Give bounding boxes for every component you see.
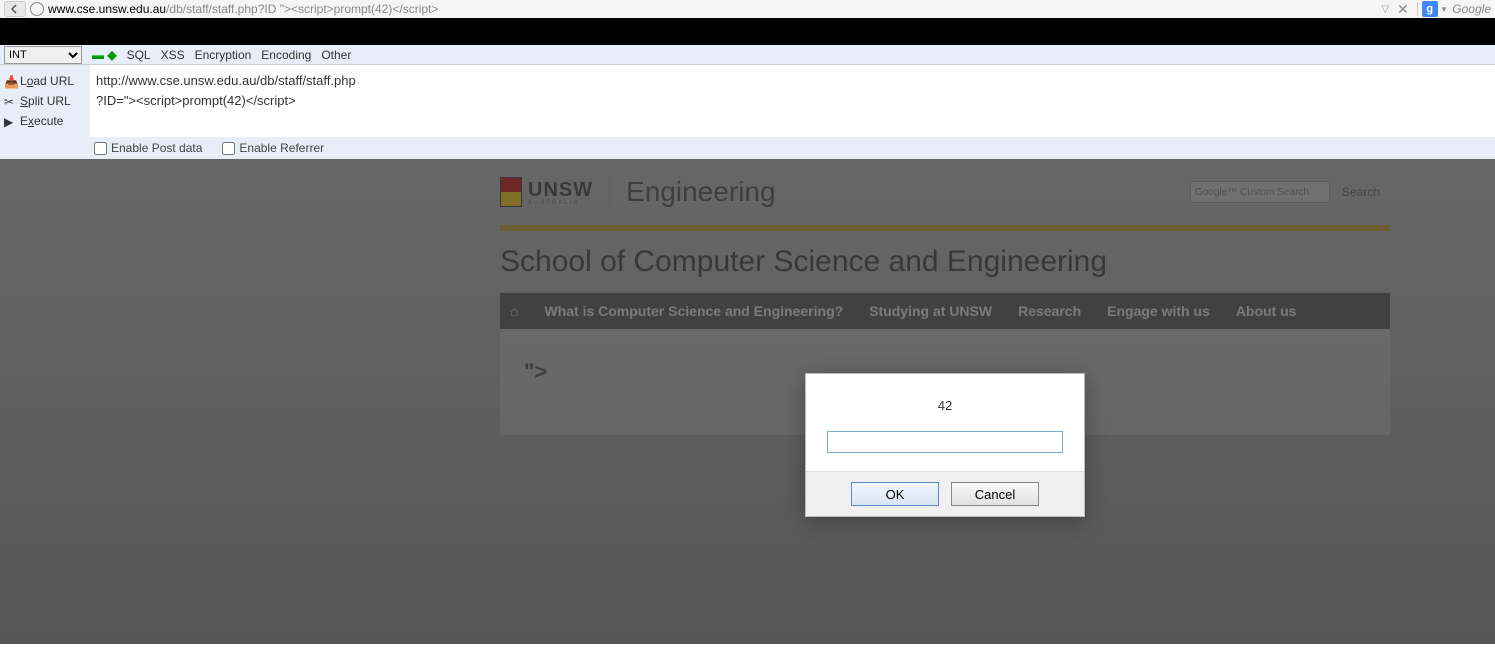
- enable-referrer-checkbox[interactable]: Enable Referrer: [222, 141, 324, 155]
- hackbar-panel: 📥 Load URL ✂ Split URL ▶ Execute http://…: [0, 65, 1495, 137]
- referrer-checkbox-input[interactable]: [222, 142, 235, 155]
- globe-icon: [30, 2, 44, 16]
- toolbar-separator-icon: ▬ ◆: [92, 48, 117, 62]
- enable-post-checkbox[interactable]: Enable Post data: [94, 141, 202, 155]
- load-icon: 📥: [4, 75, 16, 87]
- split-url-button[interactable]: ✂ Split URL: [4, 91, 86, 111]
- menu-encryption[interactable]: Encryption: [195, 48, 252, 62]
- execute-icon: ▶: [4, 115, 16, 127]
- browser-url-bar: www.cse.unsw.edu.au/db/staff/staff.php?I…: [0, 0, 1495, 18]
- ok-button[interactable]: OK: [851, 482, 939, 506]
- menu-xss[interactable]: XSS: [161, 48, 185, 62]
- page-viewport: UNSW AUSTRALIA Engineering Search School…: [0, 159, 1495, 644]
- post-checkbox-input[interactable]: [94, 142, 107, 155]
- url-display[interactable]: www.cse.unsw.edu.au/db/staff/staff.php?I…: [48, 2, 1381, 16]
- back-button[interactable]: [4, 1, 26, 17]
- prompt-input[interactable]: [827, 431, 1063, 453]
- google-search-label: Google: [1452, 2, 1491, 16]
- tab-bar: [0, 18, 1495, 45]
- execute-button[interactable]: ▶ Execute: [4, 111, 86, 131]
- url-line-2: ?ID="><script>prompt(42)</script>: [96, 91, 1489, 111]
- prompt-message: 42: [826, 398, 1064, 413]
- datatype-select[interactable]: INT: [4, 46, 82, 64]
- cancel-button[interactable]: Cancel: [951, 482, 1039, 506]
- url-domain: www.cse.unsw.edu.au: [48, 2, 166, 16]
- menu-encoding[interactable]: Encoding: [261, 48, 311, 62]
- search-dropdown-icon[interactable]: ▾: [1442, 4, 1447, 15]
- back-arrow-icon: [10, 4, 20, 14]
- google-search-icon[interactable]: g: [1422, 1, 1438, 17]
- hackbar-url-area[interactable]: http://www.cse.unsw.edu.au/db/staff/staf…: [90, 65, 1495, 137]
- url-line-1: http://www.cse.unsw.edu.au/db/staff/staf…: [96, 71, 1489, 91]
- hackbar-actions: 📥 Load URL ✂ Split URL ▶ Execute: [0, 65, 90, 137]
- hackbar-toolbar: INT ▬ ◆ SQL XSS Encryption Encoding Othe…: [0, 45, 1495, 65]
- url-path: /db/staff/staff.php?ID "><script>prompt(…: [166, 2, 438, 16]
- load-url-button[interactable]: 📥 Load URL: [4, 71, 86, 91]
- menu-sql[interactable]: SQL: [127, 48, 151, 62]
- menu-other[interactable]: Other: [321, 48, 351, 62]
- split-icon: ✂: [4, 95, 16, 107]
- hackbar-options: Enable Post data Enable Referrer: [0, 137, 1495, 159]
- js-prompt-dialog: 42 OK Cancel: [805, 373, 1085, 517]
- modal-overlay: [0, 159, 1495, 644]
- url-dropdown-icon[interactable]: ▽: [1381, 4, 1389, 15]
- stop-icon[interactable]: ✕: [1393, 1, 1413, 18]
